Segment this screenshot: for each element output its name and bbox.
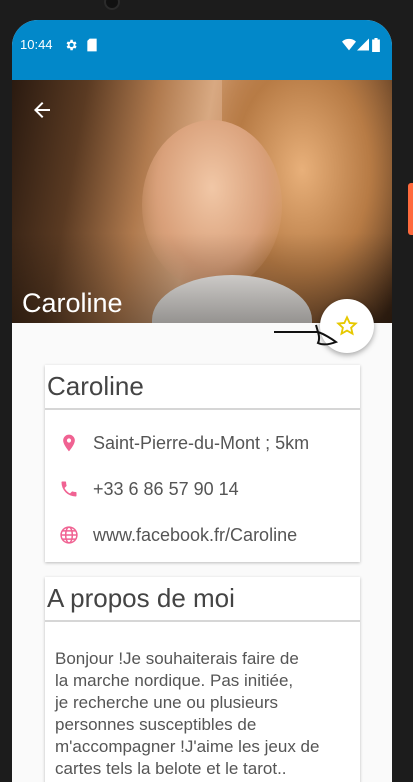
hero-name: Caroline [22, 288, 123, 318]
about-line: la marche nordique. Pas initiée, [55, 671, 294, 690]
profile-photo: Caroline [12, 80, 392, 323]
about-line: m'accompagner !J'aime les jeux de [55, 737, 320, 756]
about-line: Bonjour !Je souhaiterais faire de [55, 649, 299, 668]
power-button [408, 183, 413, 235]
back-arrow-icon[interactable] [30, 98, 54, 122]
globe-icon [60, 526, 78, 544]
location-text: Saint-Pierre-du-Mont ; 5km [93, 432, 310, 453]
phone-row[interactable]: +33 6 86 57 90 14 [45, 466, 360, 512]
about-line: je recherche une ou plusieurs [55, 693, 279, 712]
card-name: Caroline [45, 365, 360, 410]
location-row: Saint-Pierre-du-Mont ; 5km [45, 420, 360, 466]
contact-card: Caroline Saint-Pierre-du-Mont ; 5km +33 … [45, 365, 360, 562]
settings-icon [66, 39, 77, 51]
website-text: www.facebook.fr/Caroline [93, 524, 298, 545]
wifi-icon [342, 38, 356, 51]
about-text: Bonjour !Je souhaiterais faire de la mar… [45, 622, 360, 780]
about-card: A propos de moi Bonjour !Je souhaiterais… [45, 577, 360, 782]
phone-text: +33 6 86 57 90 14 [93, 478, 239, 499]
status-bar: 10:44 [12, 20, 392, 80]
battery-icon [372, 38, 380, 52]
pointer-annotation [274, 324, 339, 346]
about-line: personnes susceptibles de [55, 715, 257, 734]
phone-icon [61, 481, 77, 497]
status-time: 10:44 [20, 37, 53, 52]
front-camera [104, 0, 120, 10]
location-pin-icon [63, 434, 75, 452]
website-row[interactable]: www.facebook.fr/Caroline [45, 512, 360, 558]
about-line: cartes tels la belote et le tarot.. [55, 759, 287, 778]
app-screen: 10:44 Caroline Caroline Saint-Pierre-du-… [12, 20, 392, 782]
about-title: A propos de moi [45, 577, 360, 622]
signal-icon [357, 38, 369, 51]
sd-card-icon [87, 38, 97, 52]
device-frame: 10:44 Caroline Caroline Saint-Pierre-du-… [0, 0, 413, 782]
